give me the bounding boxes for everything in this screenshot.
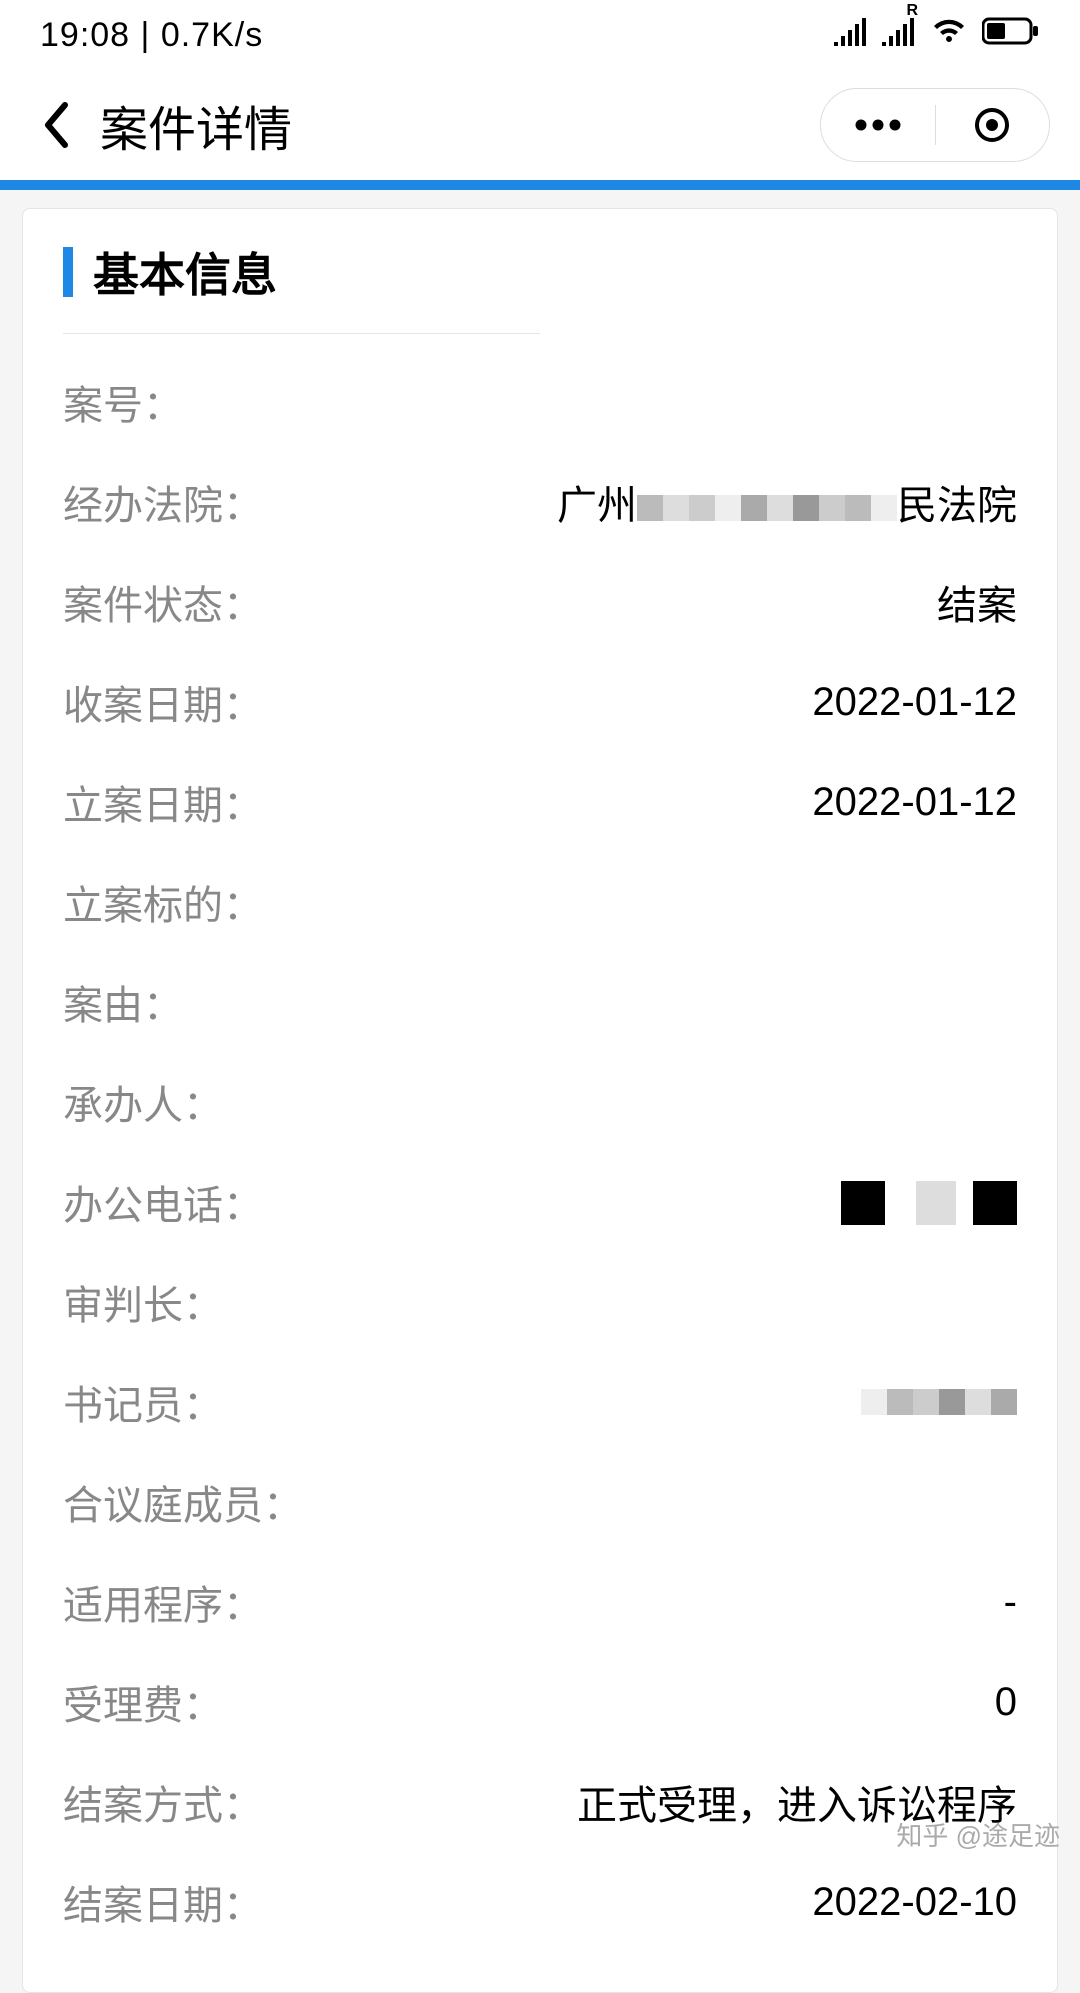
status-left: 19:08 | 0.7K/s <box>40 16 263 55</box>
back-button[interactable] <box>30 100 80 150</box>
field-close-method: 结案方式： 正式受理，进入诉讼程序 <box>63 1752 1017 1852</box>
wifi-icon <box>930 16 968 55</box>
field-label: 结案日期： <box>63 1873 263 1931</box>
field-cause: 案由： <box>63 952 1017 1052</box>
field-value <box>841 1179 1017 1225</box>
field-status: 案件状态： 结案 <box>63 552 1017 652</box>
field-value: - <box>1004 1580 1017 1625</box>
field-label: 案号： <box>63 373 183 431</box>
field-subject: 立案标的： <box>63 852 1017 952</box>
court-suffix: 民法院 <box>897 484 1017 528</box>
field-label: 书记员： <box>63 1373 223 1431</box>
title-accent-bar <box>63 247 73 297</box>
field-label: 案件状态： <box>63 573 263 631</box>
chevron-left-icon <box>40 100 70 150</box>
field-label: 合议庭成员： <box>63 1473 303 1531</box>
info-card: 基本信息 案号： 经办法院： 广州 民法院 案件状态： 结案 收案日期： 2022… <box>22 208 1058 1993</box>
status-sep: | <box>141 16 161 54</box>
field-filing-date: 立案日期： 2022-01-12 <box>63 752 1017 852</box>
field-label: 适用程序： <box>63 1573 263 1631</box>
field-panel: 合议庭成员： <box>63 1452 1017 1552</box>
redacted-phone <box>973 1181 1017 1225</box>
redacted-clerk <box>861 1380 1017 1425</box>
field-label: 办公电话： <box>63 1173 263 1231</box>
more-icon <box>855 119 901 131</box>
field-procedure: 适用程序： - <box>63 1552 1017 1652</box>
redacted-phone <box>916 1181 956 1225</box>
content-area: 基本信息 案号： 经办法院： 广州 民法院 案件状态： 结案 收案日期： 2022… <box>0 190 1080 1993</box>
field-label: 结案方式： <box>63 1773 263 1831</box>
navigation-header: 案件详情 <box>0 70 1080 180</box>
field-judge: 审判长： <box>63 1252 1017 1352</box>
accent-bar <box>0 180 1080 190</box>
field-handler: 承办人： <box>63 1052 1017 1152</box>
watermark: 知乎 @途足迹 <box>896 1816 1060 1853</box>
field-label: 受理费： <box>63 1673 223 1731</box>
status-time: 19:08 <box>40 16 130 54</box>
field-value: 广州 民法院 <box>557 473 1017 531</box>
target-icon <box>974 107 1010 143</box>
field-receive-date: 收案日期： 2022-01-12 <box>63 652 1017 752</box>
field-phone: 办公电话： <box>63 1152 1017 1252</box>
field-close-date: 结案日期： 2022-02-10 <box>63 1852 1017 1952</box>
page-title: 案件详情 <box>100 90 292 160</box>
section-divider <box>63 333 540 334</box>
field-court: 经办法院： 广州 民法院 <box>63 452 1017 552</box>
field-clerk: 书记员： <box>63 1352 1017 1452</box>
field-label: 收案日期： <box>63 673 263 731</box>
section-title-text: 基本信息 <box>93 239 277 305</box>
field-label: 立案日期： <box>63 773 263 831</box>
field-label: 承办人： <box>63 1073 223 1131</box>
redacted-phone <box>841 1181 885 1225</box>
close-button[interactable] <box>936 89 1050 161</box>
field-value <box>861 1379 1017 1426</box>
signal-icon <box>834 16 868 55</box>
field-case-no: 案号： <box>63 352 1017 452</box>
court-prefix: 广州 <box>557 484 637 528</box>
menu-button[interactable] <box>821 89 935 161</box>
field-label: 立案标的： <box>63 873 263 931</box>
signal-r-icon: R <box>882 16 916 55</box>
miniprogram-capsule <box>820 88 1050 162</box>
field-label: 审判长： <box>63 1273 223 1331</box>
redacted-court <box>637 486 897 531</box>
status-speed: 0.7K/s <box>161 16 263 54</box>
field-value: 2022-01-12 <box>812 680 1017 725</box>
field-value: 2022-02-10 <box>812 1880 1017 1925</box>
section-header: 基本信息 <box>63 239 1017 333</box>
field-label: 经办法院： <box>63 473 263 531</box>
field-value: 2022-01-12 <box>812 780 1017 825</box>
status-right: R <box>834 16 1040 55</box>
status-bar: 19:08 | 0.7K/s R <box>0 0 1080 70</box>
field-fee: 受理费： 0 <box>63 1652 1017 1752</box>
field-label: 案由： <box>63 973 183 1031</box>
field-value: 结案 <box>937 573 1017 631</box>
field-value: 0 <box>995 1680 1017 1725</box>
battery-icon <box>982 16 1040 55</box>
